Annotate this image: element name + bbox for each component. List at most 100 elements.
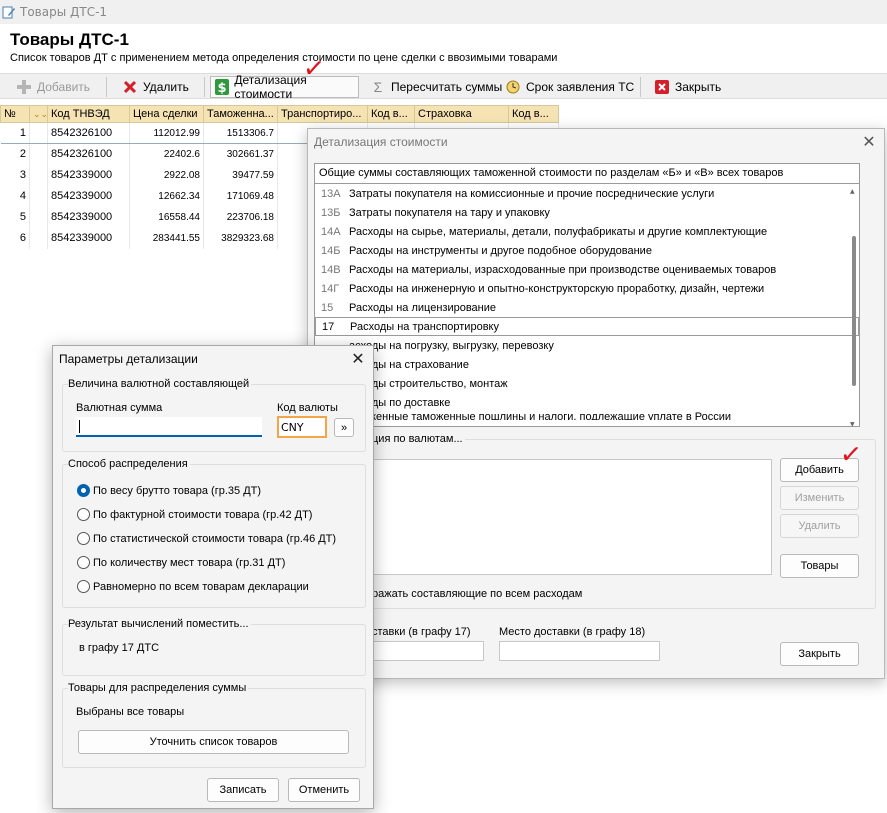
col-header-price[interactable]: Цена сделки [129, 105, 204, 123]
cost-detail-button[interactable]: $ Детализация стоимости [210, 73, 359, 101]
dollar-icon: $ [215, 79, 230, 95]
row-marker [29, 164, 48, 186]
amount-input[interactable] [76, 417, 262, 437]
delete-button[interactable]: Удалить [118, 76, 193, 98]
cancel-button[interactable]: Отменить [288, 778, 360, 802]
row-tnved: 8542339000 [47, 164, 130, 186]
currency-lookup-button[interactable]: » [334, 418, 354, 437]
detail-params-dialog: Параметры детализации ✕ Величина валютно… [52, 345, 374, 809]
row-tnved: 8542339000 [47, 206, 130, 228]
cost-detail-dialog: Детализация стоимости ✕ Общие суммы сост… [307, 128, 885, 679]
currency-code-input[interactable]: CNY [277, 416, 327, 438]
red-checkmark-annotation: ✓ [838, 438, 864, 472]
delivery-place-field[interactable] [499, 641, 660, 661]
cost-items-list-header: Общие суммы составляющих таможенной стои… [315, 164, 859, 184]
radio-by-invoice-value[interactable]: По фактурной стоимости товара (гр.42 ДТ) [77, 508, 312, 521]
list-item-text: Расходы на сырье, материалы, детали, пол… [349, 225, 768, 238]
red-checkmark-annotation: ✓ [301, 52, 327, 86]
row-number: 4 [0, 185, 30, 207]
refine-goods-list-button[interactable]: Уточнить список товаров [78, 730, 349, 754]
close-button-label: Закрыть [675, 80, 722, 94]
delivery-cost-field[interactable] [372, 641, 484, 661]
list-scrollbar[interactable]: ▲ ▼ [850, 188, 857, 428]
deadline-button[interactable]: Срок заявления ТС [501, 76, 638, 98]
show-all-components-label[interactable]: ражать составляющие по всем расходам [372, 588, 582, 600]
detail-params-dialog-title: Параметры детализации [59, 352, 198, 366]
list-item-code: 13Б [321, 206, 341, 219]
list-item[interactable]: аможенные таможенные пошлины и налоги, п… [315, 412, 859, 420]
delete-currency-button[interactable]: Удалить [780, 514, 859, 538]
goods-group-label: Товары для распределения суммы [68, 682, 249, 694]
add-button-label: Добавить [37, 80, 91, 94]
close-button[interactable]: Закрыть [650, 76, 725, 98]
list-item[interactable]: 14Г Расходы на инженерную и опытно-констр… [315, 279, 859, 298]
col-header-transport[interactable]: Транспортиро... [277, 105, 368, 123]
result-target-value: в графу 17 ДТС [79, 642, 160, 654]
goods-button[interactable]: Товары [780, 554, 859, 578]
radio-dot [77, 532, 90, 545]
row-marker [29, 206, 48, 228]
radio-evenly[interactable]: Равномерно по всем товарам декларации [77, 580, 309, 593]
scrollbar-thumb[interactable] [852, 236, 856, 386]
save-button[interactable]: Записать [207, 778, 279, 802]
row-customs-value: 223706.18 [203, 206, 278, 228]
row-price: 2922.08 [129, 164, 204, 186]
list-item[interactable]: асходы на страхование [315, 355, 859, 374]
col-header-number[interactable]: № [0, 105, 30, 123]
cost-detail-dialog-title: Детализация стоимости [314, 135, 448, 149]
col-header-customs-value[interactable]: Таможенна... [203, 105, 278, 123]
list-item[interactable]: 14В Расходы на материалы, израсходованные… [315, 260, 859, 279]
list-item[interactable]: асходы по доставке [315, 393, 859, 412]
clock-icon [505, 79, 521, 95]
row-tnved: 8542326100 [47, 122, 130, 144]
toolbar-separator [204, 77, 205, 97]
list-item[interactable]: 14Б Расходы на инструменты и другое подоб… [315, 241, 859, 260]
scroll-down-icon[interactable]: ▼ [850, 421, 855, 428]
close-icon[interactable]: ✕ [860, 133, 878, 151]
list-item-text: Расходы на транспортировку [350, 320, 499, 333]
edit-currency-button[interactable]: Изменить [780, 486, 859, 510]
radio-label: По фактурной стоимости товара (гр.42 ДТ) [93, 508, 313, 521]
window-titlebar: Товары ДТС-1 [0, 0, 887, 24]
col-header-sort[interactable]: ⌄⌄ [29, 105, 48, 123]
col-header-currency-code[interactable]: Код в... [367, 105, 415, 123]
row-number: 6 [0, 227, 30, 249]
list-item[interactable]: 13Б Затраты покупателя на тару и упаковку [315, 203, 859, 222]
list-item-code: 17 [322, 320, 335, 333]
list-item-text: Расходы на материалы, израсходованные пр… [349, 263, 777, 276]
page-subtitle: Список товаров ДТ с применением метода о… [10, 52, 558, 64]
recalc-button[interactable]: Σ Пересчитать суммы [366, 76, 506, 98]
currency-code-label: Код валюты [277, 402, 338, 414]
close-dialog-button[interactable]: Закрыть [780, 642, 859, 666]
list-item-selected[interactable]: 17 Расходы на транспортировку [315, 317, 859, 336]
toolbar: Добавить Удалить $ Детализация стоимости… [0, 73, 887, 101]
col-header-currency-code-2[interactable]: Код в... [508, 105, 559, 123]
radio-by-package-count[interactable]: По количеству мест товара (гр.31 ДТ) [77, 556, 285, 569]
list-item[interactable]: асходы строительство, монтаж [315, 374, 859, 393]
radio-label: По статистической стоимости товара (гр.4… [93, 532, 337, 545]
row-tnved: 8542339000 [47, 185, 130, 207]
radio-label: Равномерно по всем товарам декларации [93, 580, 309, 593]
list-item-code: 14Б [321, 244, 341, 257]
col-header-tnved[interactable]: Код ТНВЭД [47, 105, 130, 123]
add-button[interactable]: Добавить [12, 76, 94, 98]
radio-by-statistical-value[interactable]: По статистической стоимости товара (гр.4… [77, 532, 336, 545]
close-icon[interactable]: ✕ [349, 350, 367, 368]
list-item[interactable]: асходы на погрузку, выгрузку, перевозку [315, 336, 859, 355]
list-item[interactable]: 14А Расходы на сырье, материалы, детали, … [315, 222, 859, 241]
row-tnved: 8542326100 [47, 143, 130, 165]
list-item[interactable]: 15 Расходы на лицензирование [315, 298, 859, 317]
row-price: 12662.34 [129, 185, 204, 207]
col-header-insurance[interactable]: Страховка [414, 105, 509, 123]
radio-dot [77, 556, 90, 569]
amount-label: Валютная сумма [76, 402, 163, 414]
list-item-text: асходы на погрузку, выгрузку, перевозку [349, 339, 554, 352]
currency-breakdown-box[interactable] [322, 459, 772, 575]
sigma-icon: Σ [373, 79, 383, 95]
radio-by-gross-weight[interactable]: По весу брутто товара (гр.35 ДТ) [77, 484, 261, 497]
row-tnved: 8542339000 [47, 227, 130, 249]
list-item[interactable]: 13А Затраты покупателя на комиссионные и … [315, 184, 859, 203]
row-marker [29, 122, 48, 144]
scroll-up-icon[interactable]: ▲ [850, 188, 855, 195]
delete-button-label: Удалить [143, 80, 189, 94]
